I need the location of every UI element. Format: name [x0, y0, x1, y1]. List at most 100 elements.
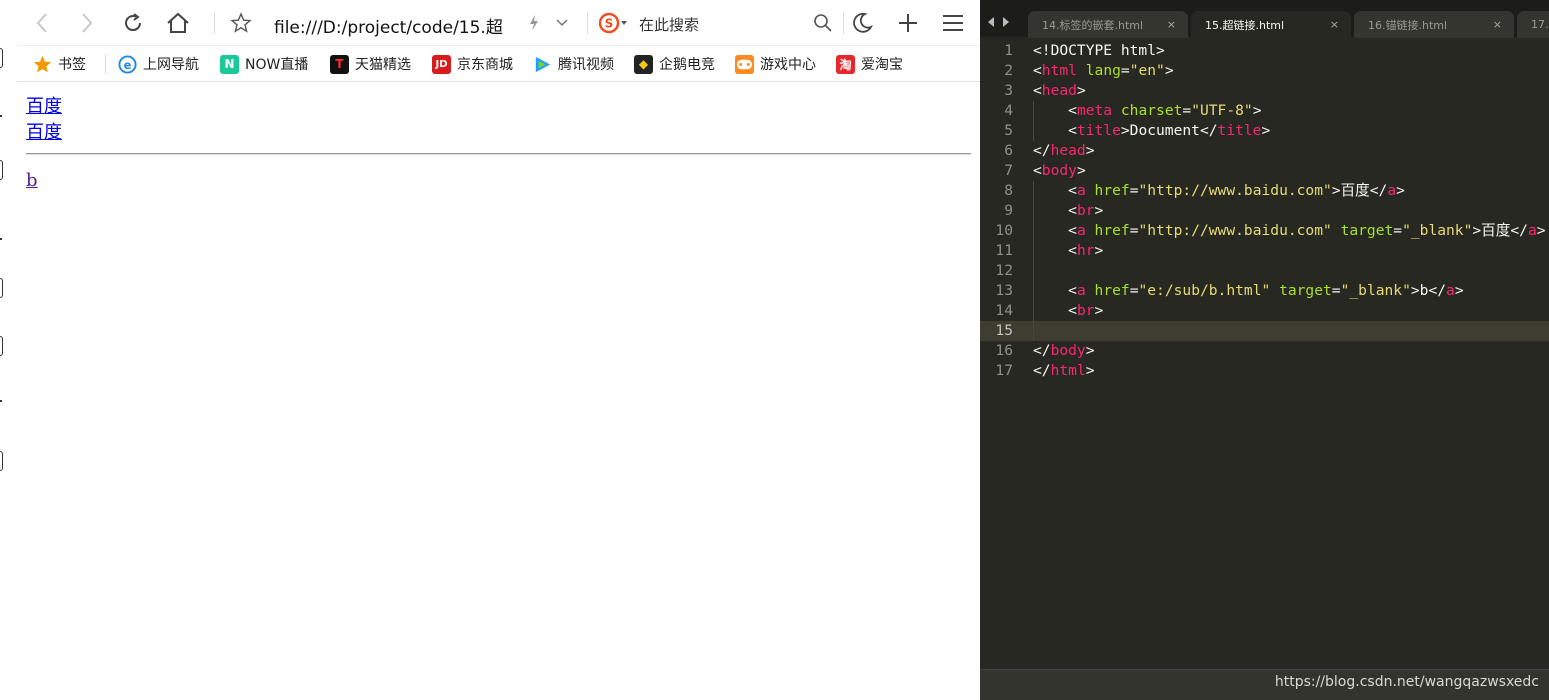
close-icon[interactable]: × — [1493, 18, 1502, 31]
bookmark-label: 天猫精选 — [355, 57, 411, 73]
chevron-right-icon — [82, 13, 93, 33]
baidu-link[interactable]: 百度 — [26, 96, 62, 117]
chevron-down-icon — [556, 19, 568, 27]
bookmark-item-tencent-video[interactable]: 腾讯视频 — [533, 54, 614, 74]
menu-button[interactable] — [938, 8, 968, 38]
lightning-button[interactable] — [519, 8, 549, 38]
game-center-icon — [735, 54, 754, 74]
tab-scroll-right-icon[interactable] — [1001, 16, 1011, 28]
forward-button[interactable] — [72, 8, 102, 38]
code-line: 7 <body> — [1004, 162, 1086, 179]
edge-dot — [0, 115, 2, 117]
browser-toolbar: file:///D:/project/code/15.超 S 在此搜索 — [17, 0, 980, 46]
address-bar[interactable]: file:///D:/project/code/15.超 — [274, 13, 506, 38]
code-line: 2 <html lang="en"> — [1004, 62, 1174, 79]
back-button[interactable] — [27, 8, 57, 38]
ie-icon: e — [118, 54, 137, 74]
home-icon — [167, 12, 189, 33]
tab-label: 14.标签的嵌套.html — [1042, 18, 1144, 32]
night-mode-button[interactable] — [847, 8, 877, 38]
reload-icon — [125, 13, 142, 32]
horizontal-rule — [26, 153, 971, 155]
bookmark-item-tmall[interactable]: T 天猫精选 — [330, 54, 411, 74]
tab-label: 15.超链接.html — [1205, 18, 1285, 32]
sogou-icon: S — [599, 12, 627, 34]
code-line: 5 <title>Document</title> — [1004, 121, 1271, 141]
browser-window: file:///D:/project/code/15.超 S 在此搜索 书签 e… — [0, 0, 980, 700]
watermark-text: https://blog.csdn.net/wangqazwsxedc — [1274, 674, 1539, 690]
plus-icon — [899, 14, 917, 32]
search-icon — [814, 14, 832, 32]
search-engine-selector[interactable]: S — [599, 12, 629, 34]
now-icon: N — [220, 54, 239, 74]
tab-scroll-left-icon[interactable] — [986, 16, 996, 28]
bookmark-label: 企鹅电竞 — [659, 57, 715, 73]
code-line: 17 </html> — [995, 362, 1095, 379]
edge-dot — [0, 238, 2, 240]
page-content: 百度 百度 — [26, 94, 972, 146]
code-line: 9 <br> — [1004, 201, 1104, 221]
code-line: 13 <a href="e:/sub/b.html" target="_blan… — [995, 281, 1464, 301]
search-button[interactable] — [808, 8, 838, 38]
bookmark-star-button[interactable] — [226, 8, 256, 38]
edge-mark — [0, 160, 3, 180]
code-line: 4 <meta charset="UTF-8"> — [1004, 101, 1262, 121]
editor-tab[interactable]: 14.标签的嵌套.html × — [1028, 11, 1188, 38]
close-icon[interactable]: × — [1167, 18, 1176, 31]
code-line: 6 </head> — [1004, 142, 1095, 159]
bookmark-label: 爱淘宝 — [861, 57, 903, 73]
address-dropdown-button[interactable] — [547, 8, 577, 38]
baidu-link-new-tab[interactable]: 百度 — [26, 122, 62, 143]
jd-icon: JD — [432, 54, 451, 74]
bookmark-item-games[interactable]: 游戏中心 — [735, 54, 816, 74]
editor-tab-bar: 14.标签的嵌套.html × 15.超链接.html × 16.锚链接.htm… — [980, 8, 1549, 38]
edge-mark — [0, 278, 3, 298]
edge-mark — [0, 48, 3, 68]
bookmark-item-nav[interactable]: e 上网导航 — [118, 54, 199, 74]
edge-dot — [0, 400, 2, 402]
editor-tab[interactable]: 16.锚链接.html × — [1354, 11, 1514, 38]
bookmark-label: NOW直播 — [245, 57, 309, 73]
bookmark-item-jd[interactable]: JD 京东商城 — [432, 54, 513, 74]
aitaobao-icon: 淘 — [836, 54, 855, 74]
bookmark-item-now[interactable]: N NOW直播 — [220, 54, 308, 74]
code-line: 8 <a href="http://www.baidu.com">百度</a> — [1004, 181, 1405, 201]
tab-label: 16.锚链接.html — [1368, 18, 1448, 32]
bookmark-label: 游戏中心 — [760, 57, 816, 73]
home-button[interactable] — [163, 8, 193, 38]
bookmark-label: 上网导航 — [143, 57, 199, 73]
editor-status-bar: https://blog.csdn.net/wangqazwsxedc — [980, 669, 1549, 700]
b-link[interactable]: b — [26, 170, 38, 191]
code-line: 12 — [980, 261, 1549, 281]
edge-mark — [0, 336, 3, 356]
code-line: 11 <hr> — [995, 241, 1104, 261]
lightning-icon — [530, 15, 538, 31]
search-input[interactable]: 在此搜索 — [639, 14, 699, 35]
svg-text:e: e — [124, 57, 132, 71]
code-area[interactable]: 1 <!DOCTYPE html> 2 <html lang="en"> 3 <hea… — [980, 41, 1549, 669]
code-line: 10 <a href="http://www.baidu.com" target… — [995, 221, 1546, 241]
left-edge-partial-window — [0, 0, 17, 700]
bookmark-item-aitaobao[interactable]: 淘 爱淘宝 — [836, 54, 903, 74]
new-tab-button[interactable] — [893, 8, 923, 38]
bookmarks-bar: 书签 e 上网导航 N NOW直播 T 天猫精选 JD 京东商城 腾讯视频 ◆ … — [17, 46, 980, 82]
star-icon — [33, 55, 52, 74]
code-line: 14 <br> — [995, 301, 1104, 321]
tmall-icon: T — [330, 54, 349, 74]
editor-tab[interactable]: 17.Ⅰ — [1517, 11, 1549, 38]
bookmark-item-bookmarks[interactable]: 书签 — [33, 54, 86, 74]
bookmark-label: 京东商城 — [457, 57, 513, 73]
code-editor: 14.标签的嵌套.html × 15.超链接.html × 16.锚链接.htm… — [980, 0, 1549, 700]
bookmark-label: 书签 — [58, 57, 86, 73]
moon-icon — [853, 12, 873, 33]
code-line: 16 </body> — [995, 342, 1095, 359]
editor-tab-active[interactable]: 15.超链接.html × — [1191, 11, 1351, 38]
tencent-video-icon — [533, 55, 552, 74]
star-outline-icon — [230, 12, 252, 33]
bookmark-label: 腾讯视频 — [558, 57, 614, 73]
reload-button[interactable] — [118, 8, 148, 38]
penguin-esports-icon: ◆ — [634, 54, 653, 74]
tab-label: 17.Ⅰ — [1531, 18, 1549, 31]
bookmark-item-esports[interactable]: ◆ 企鹅电竞 — [634, 54, 715, 74]
close-icon[interactable]: × — [1330, 18, 1339, 31]
